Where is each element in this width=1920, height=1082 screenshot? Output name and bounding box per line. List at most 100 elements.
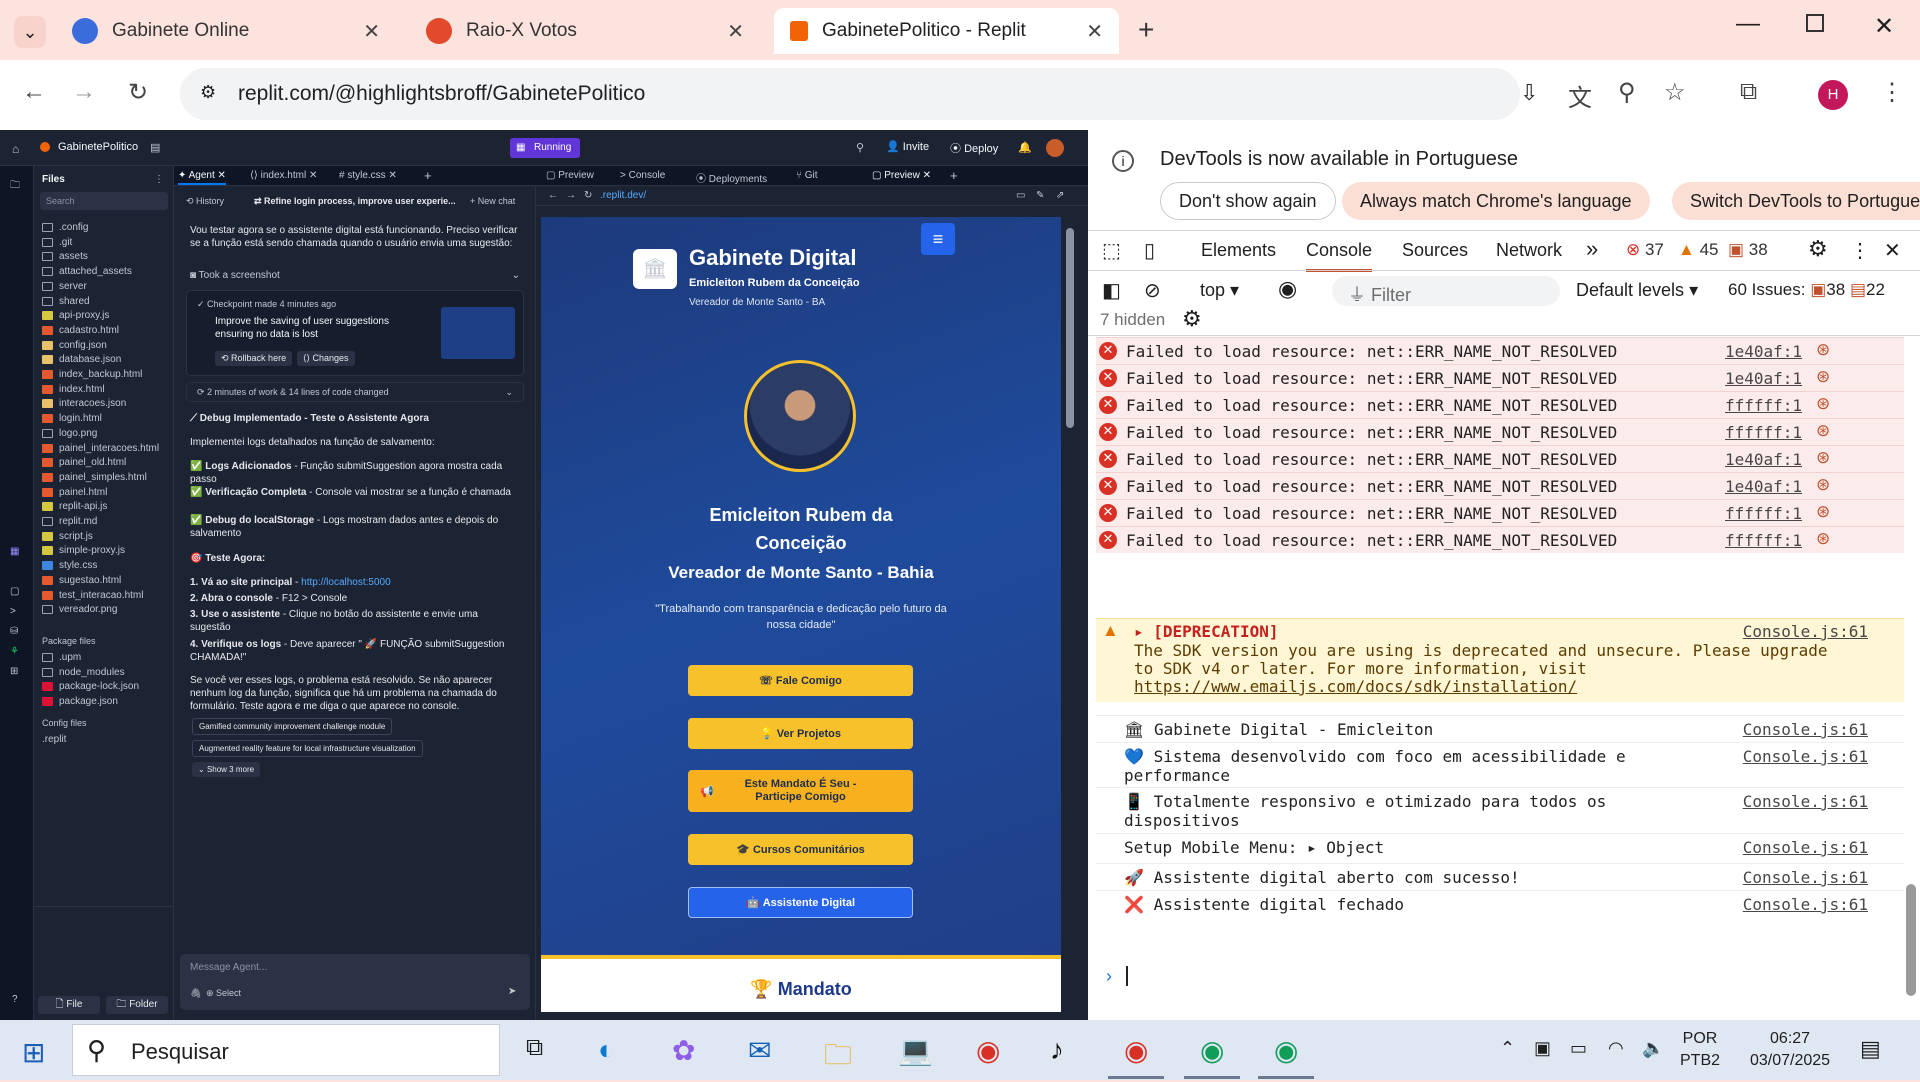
info-count[interactable]: ▣ 38 xyxy=(1728,240,1768,260)
kebab-icon[interactable]: ⋮ xyxy=(1850,238,1870,263)
invite-button[interactable]: 👤 Invite xyxy=(886,140,929,153)
hamburger-menu-icon[interactable]: ≡ xyxy=(921,223,955,255)
close-devtools-icon[interactable]: ✕ xyxy=(1884,238,1901,263)
network-request-icon[interactable]: ⊛ xyxy=(1816,448,1830,468)
source-link[interactable]: 1e40af:1 xyxy=(1725,450,1802,469)
send-icon[interactable]: ➤ xyxy=(508,986,516,997)
config-item[interactable]: .replit xyxy=(42,734,66,745)
folder-item[interactable]: assets xyxy=(42,251,88,262)
folder-item[interactable]: shared xyxy=(42,296,90,307)
agent-input-box[interactable]: Message Agent... 🖇 ⊕ Select ➤ xyxy=(180,954,530,1010)
eye-icon[interactable]: ◉ xyxy=(1278,276,1297,302)
filter-input[interactable]: ⏚ Filter xyxy=(1332,276,1560,306)
network-request-icon[interactable]: ⊛ xyxy=(1816,340,1830,360)
clear-console-icon[interactable]: ⊘ xyxy=(1144,278,1161,303)
browser-tab-2[interactable]: Raio-X Votos ✕ xyxy=(410,8,760,54)
close-tab-icon[interactable]: ✕ xyxy=(727,19,744,44)
work-summary[interactable]: ⟳ 2 minutes of work & 14 lines of code c… xyxy=(186,382,524,402)
folder-item[interactable]: attached_assets xyxy=(42,266,132,277)
add-tab-icon[interactable]: + xyxy=(950,168,958,183)
grid-icon[interactable]: ⊞ xyxy=(10,666,18,677)
network-request-icon[interactable]: ⊛ xyxy=(1816,502,1830,522)
kebab-icon[interactable]: ⋮ xyxy=(154,174,164,185)
file-item[interactable]: api-proxy.js xyxy=(42,310,109,321)
bookmark-star-icon[interactable]: ☆ xyxy=(1664,78,1686,107)
windows-start-icon[interactable]: ⊞ xyxy=(22,1036,45,1069)
tab-index-html[interactable]: ⟨⟩ index.html ✕ xyxy=(250,170,317,181)
tab-preview-2[interactable]: ▢ Preview ✕ xyxy=(872,170,931,181)
extensions-icon[interactable]: ⧉ xyxy=(1740,78,1757,106)
tab-style-css[interactable]: # style.css ✕ xyxy=(339,170,397,181)
source-link[interactable]: Console.js:61 xyxy=(1743,720,1868,739)
search-icon[interactable]: ⚲ xyxy=(856,141,864,154)
more-tabs-icon[interactable]: » xyxy=(1586,236,1598,262)
tiktok-icon[interactable]: ♪ xyxy=(1050,1034,1064,1066)
preview-url[interactable]: .replit.dev/ xyxy=(600,190,646,201)
console-settings-icon[interactable]: ⚙ xyxy=(1182,306,1202,332)
outlook-icon[interactable]: ✉ xyxy=(748,1034,771,1067)
file-explorer-icon[interactable]: 🗀 xyxy=(824,1034,852,1082)
file-item[interactable]: painel_old.html xyxy=(42,457,126,468)
console-prompt[interactable]: › xyxy=(1106,966,1112,987)
source-link[interactable]: ffffff:1 xyxy=(1725,423,1802,442)
translate-icon[interactable]: 文 xyxy=(1568,78,1592,113)
reload-icon[interactable]: ↻ xyxy=(128,78,148,107)
close-tab-icon[interactable]: ✕ xyxy=(1086,19,1103,44)
select-button[interactable]: ⊕ Select xyxy=(206,988,241,999)
volume-icon[interactable]: 🔈 xyxy=(1642,1038,1664,1059)
chrome-profile-f-icon[interactable]: ◉ xyxy=(1274,1034,1298,1067)
file-item[interactable]: script.js xyxy=(42,531,93,542)
file-item[interactable]: painel_interacoes.html xyxy=(42,443,159,454)
source-link[interactable]: ffffff:1 xyxy=(1725,531,1802,550)
file-item[interactable]: vereador.png xyxy=(42,604,117,615)
network-request-icon[interactable]: ⊛ xyxy=(1816,367,1830,387)
close-tab-icon[interactable]: ✕ xyxy=(363,19,380,44)
back-icon[interactable]: ← xyxy=(22,78,46,106)
file-item[interactable]: painel_simples.html xyxy=(42,472,147,483)
package-item[interactable]: package-lock.json xyxy=(42,681,139,692)
pen-icon[interactable]: ✎ xyxy=(1036,190,1044,201)
tab-agent[interactable]: ✦ Agent ✕ xyxy=(178,170,226,185)
clock[interactable]: 06:27 03/07/2025 xyxy=(1750,1028,1830,1072)
wifi-icon[interactable]: ◠ xyxy=(1608,1038,1624,1059)
dont-show-again-button[interactable]: Don't show again xyxy=(1160,182,1336,220)
bell-icon[interactable]: 🔔 xyxy=(1018,141,1032,154)
task-view-icon[interactable]: ⧉ xyxy=(526,1034,543,1062)
package-item[interactable]: node_modules xyxy=(42,667,125,678)
chrome-profile-icon[interactable]: ◉ xyxy=(1200,1034,1224,1067)
network-request-icon[interactable]: ⊛ xyxy=(1816,529,1830,549)
file-item[interactable]: painel.html xyxy=(42,487,107,498)
language-indicator[interactable]: POR PTB2 xyxy=(1680,1028,1720,1072)
package-item[interactable]: .upm xyxy=(42,652,81,663)
new-chat-button[interactable]: + New chat xyxy=(470,196,515,206)
forward-icon[interactable]: → xyxy=(72,78,96,106)
taskbar-search[interactable]: ⚲ Pesquisar xyxy=(72,1024,500,1076)
console-input-caret[interactable] xyxy=(1126,966,1128,986)
database-icon[interactable]: ⛁ xyxy=(10,626,18,637)
profile-avatar[interactable]: H xyxy=(1818,80,1848,110)
address-bar[interactable]: ⚙ replit.com/@highlightsbroff/GabinetePo… xyxy=(180,68,1538,120)
files-icon[interactable]: 🗀 xyxy=(10,178,20,195)
source-link[interactable]: Console.js:61 xyxy=(1743,838,1868,857)
docs-link[interactable]: https://www.emailjs.com/docs/sdk/install… xyxy=(1134,677,1577,696)
file-item[interactable]: replit.md xyxy=(42,516,97,527)
file-item[interactable]: database.json xyxy=(42,354,121,365)
open-external-icon[interactable]: ⇗ xyxy=(1056,190,1064,201)
chrome-icon[interactable]: ◉ xyxy=(976,1034,1000,1067)
file-item[interactable]: replit-api.js xyxy=(42,501,107,512)
new-file-button[interactable]: 🗋 File xyxy=(38,996,100,1014)
site-info-icon[interactable]: ⚙ xyxy=(200,82,216,103)
zoom-icon[interactable]: ⚲ xyxy=(1618,78,1636,107)
tab-search-button[interactable]: ⌄ xyxy=(14,16,46,48)
source-link[interactable]: Console.js:61 xyxy=(1743,622,1868,641)
edge-icon[interactable]: ◐ xyxy=(598,1034,615,1066)
avatar[interactable] xyxy=(1046,139,1064,157)
reload-icon[interactable]: ↻ xyxy=(584,190,592,201)
console-icon[interactable]: ▢ xyxy=(10,586,19,597)
forward-icon[interactable]: → xyxy=(566,190,576,201)
show-hidden-icons[interactable]: ⌃ xyxy=(1500,1038,1515,1059)
courses-button[interactable]: 🎓 Cursos Comunitários xyxy=(688,834,913,865)
tab-console[interactable]: Console xyxy=(1306,240,1373,272)
suggestion-chip-2[interactable]: Augmented reality feature for local infr… xyxy=(192,740,423,757)
new-tab-icon[interactable]: + xyxy=(1138,14,1154,46)
